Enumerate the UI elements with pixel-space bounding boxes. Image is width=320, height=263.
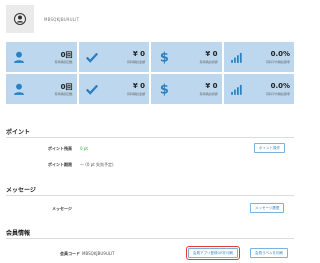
member-id: MBSQKJBU9ULIT — [44, 16, 80, 22]
stat-card: 0.0% 有料平均購読確率 — [223, 74, 294, 104]
avatar — [6, 5, 34, 33]
print-member-label-button[interactable]: 会員ラベルを印刷 — [250, 248, 288, 258]
user-icon — [14, 13, 26, 25]
stat-label: 有料購読総額 — [199, 92, 218, 96]
divider — [6, 238, 294, 239]
stat-label: 有料購読金額 — [126, 92, 145, 96]
stat-card: $ ¥ 0 有料購読総額 — [151, 74, 222, 104]
stat-label: 有料平均購読確率 — [265, 60, 290, 64]
stat-label: 有料購読総額 — [199, 60, 218, 64]
points-section-title: ポイント — [6, 129, 31, 136]
stat-card: 0回 有料購読回数 — [6, 42, 77, 72]
member-section-title: 会員情報 — [6, 230, 31, 237]
signal-icon — [228, 80, 246, 98]
check-icon — [83, 48, 101, 66]
svg-text:$: $ — [160, 51, 169, 64]
member-code-value: MBSQKJBU9ULIT — [82, 251, 115, 256]
stat-card: $ ¥ 0 有料購読総額 — [151, 42, 222, 72]
stat-value: 0回 — [60, 83, 73, 91]
divider — [6, 137, 294, 138]
user-icon — [10, 80, 28, 98]
stat-value: ¥ 0 — [205, 50, 218, 58]
stat-value: ¥ 0 — [132, 82, 145, 90]
point-expire-label: ポイント期限 — [48, 162, 72, 167]
stat-card: 0回 有料購読回数 — [6, 74, 77, 104]
profile-header: MBSQKJBU9ULIT — [6, 5, 79, 33]
svg-text:$: $ — [160, 83, 169, 96]
check-icon — [83, 80, 101, 98]
user-icon — [10, 48, 28, 66]
point-operate-button[interactable]: ポイント操作 — [254, 143, 285, 153]
stat-card: ¥ 0 有料購読金額 — [78, 42, 149, 72]
message-section-title: メッセージ — [6, 187, 36, 194]
stat-card: 0.0% 有料平均購読確率 — [223, 42, 294, 72]
message-label: メッセージ — [52, 206, 72, 211]
stat-value: ¥ 0 — [205, 82, 218, 90]
point-expire-value: ー (0 pt 失効予定) — [80, 162, 114, 167]
message-history-button[interactable]: メッセージ履歴 — [250, 203, 285, 213]
stat-label: 有料購読回数 — [54, 60, 73, 64]
point-balance-value: 0 pt — [80, 146, 88, 151]
print-app-qr-button[interactable]: 会員アプリ登録QRを印刷 — [185, 246, 241, 260]
stat-value: 0回 — [60, 51, 73, 59]
stat-label: 有料購読金額 — [126, 60, 145, 64]
stat-label: 有料平均購読確率 — [265, 92, 290, 96]
signal-icon — [228, 48, 246, 66]
stat-card: ¥ 0 有料購読金額 — [78, 74, 149, 104]
stat-value: ¥ 0 — [132, 50, 145, 58]
member-code-label: 会員コード — [60, 251, 80, 256]
stat-value: 0.0% — [270, 82, 290, 90]
dollar-icon: $ — [155, 80, 173, 98]
divider — [6, 195, 294, 196]
stats-grid: 0回 有料購読回数 ¥ 0 有料購読金額 $ ¥ 0 有料購読総額 0.0% 有… — [6, 42, 294, 104]
stat-label: 有料購読回数 — [54, 92, 73, 96]
dollar-icon: $ — [155, 48, 173, 66]
stat-value: 0.0% — [270, 50, 290, 58]
point-balance-label: ポイント残高 — [48, 146, 72, 151]
